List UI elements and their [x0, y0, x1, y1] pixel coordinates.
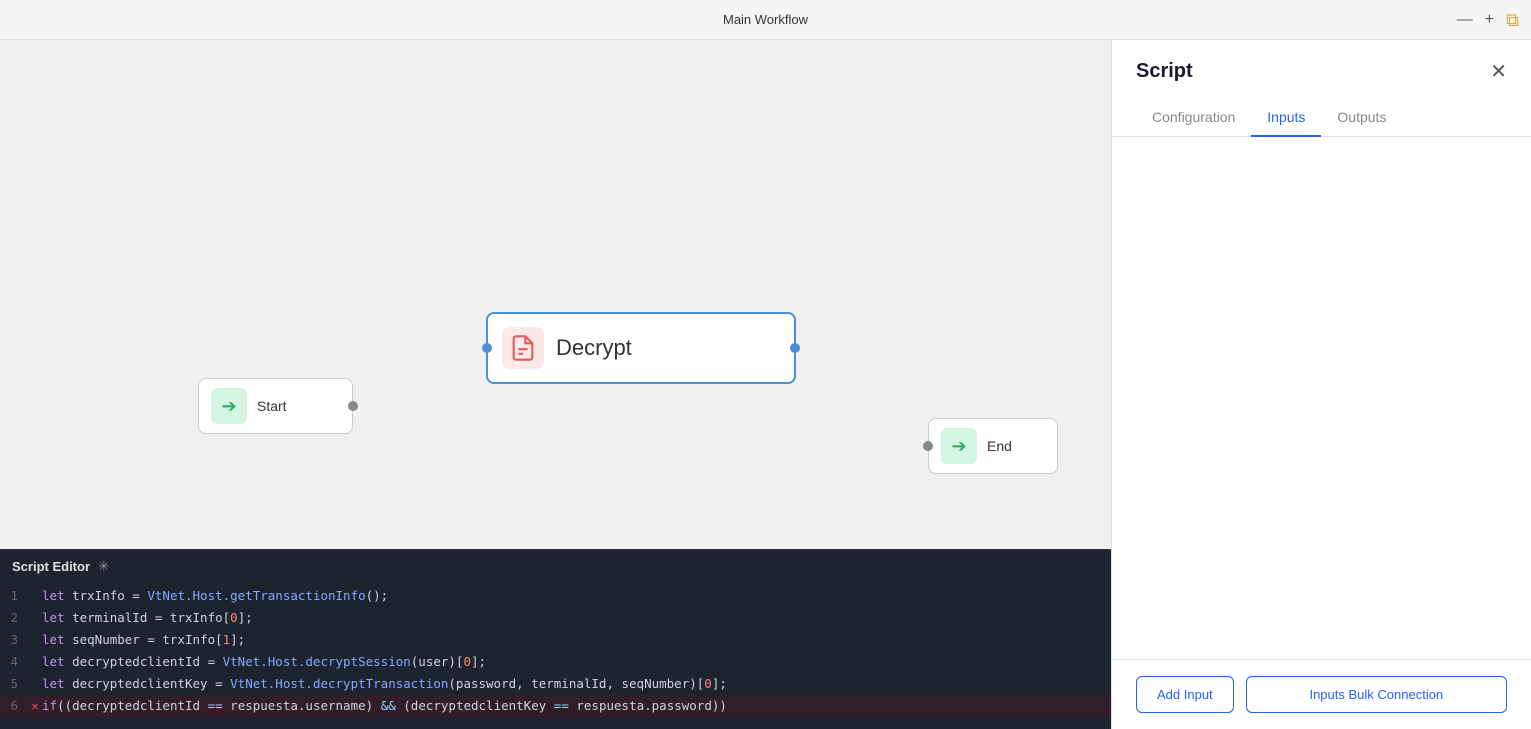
inputs-bulk-connection-button[interactable]: Inputs Bulk Connection	[1246, 676, 1507, 713]
start-node-label: Start	[257, 398, 287, 414]
panel-tabs: Configuration Inputs Outputs	[1112, 99, 1531, 137]
panel-close-button[interactable]: ✕	[1490, 62, 1507, 82]
window-controls: — + ⧉	[1457, 11, 1519, 29]
line-num-6: 6	[0, 695, 28, 717]
line-num-3: 3	[0, 629, 28, 651]
script-editor-header: Script Editor ✳	[0, 550, 1111, 583]
decrypt-node-connector-right[interactable]	[790, 343, 800, 353]
script-editor-icon: ✳	[98, 558, 110, 575]
tab-configuration[interactable]: Configuration	[1136, 99, 1251, 137]
end-node[interactable]: ➔ End	[928, 418, 1058, 474]
panel-content	[1112, 137, 1531, 659]
start-node-icon: ➔	[211, 388, 247, 424]
decrypt-node-connector-left[interactable]	[482, 343, 492, 353]
decrypt-node[interactable]: Decrypt	[486, 312, 796, 384]
resize-button[interactable]: ⧉	[1506, 11, 1519, 29]
line-num-4: 4	[0, 651, 28, 673]
code-line-5: 5 let decryptedclientKey = VtNet.Host.de…	[0, 673, 1111, 695]
start-node-connector-right[interactable]	[348, 401, 358, 411]
script-editor-title: Script Editor	[12, 559, 90, 574]
tab-outputs[interactable]: Outputs	[1321, 99, 1402, 137]
panel-header: Script ✕	[1112, 40, 1531, 83]
line-num-2: 2	[0, 607, 28, 629]
decrypt-node-icon	[502, 327, 544, 369]
code-line-1: 1 let trxInfo = VtNet.Host.getTransactio…	[0, 585, 1111, 607]
window-title: Main Workflow	[723, 12, 808, 27]
end-node-connector-left[interactable]	[923, 441, 933, 451]
script-editor-body[interactable]: 1 let trxInfo = VtNet.Host.getTransactio…	[0, 583, 1111, 729]
canvas-area: ➔ Start Decrypt	[0, 40, 1111, 729]
start-node[interactable]: ➔ Start	[198, 378, 353, 434]
main-layout: ➔ Start Decrypt	[0, 40, 1531, 729]
end-node-icon: ➔	[941, 428, 977, 464]
line-num-5: 5	[0, 673, 28, 695]
add-input-button[interactable]: Add Input	[1136, 676, 1234, 713]
code-line-3: 3 let seqNumber = trxInfo[1];	[0, 629, 1111, 651]
line-num-1: 1	[0, 585, 28, 607]
code-line-6: 6 ✕ if((decryptedclientId == respuesta.u…	[0, 695, 1111, 717]
title-bar: Main Workflow — + ⧉	[0, 0, 1531, 40]
minimize-button[interactable]: —	[1457, 12, 1473, 28]
code-line-4: 4 let decryptedclientId = VtNet.Host.dec…	[0, 651, 1111, 673]
script-editor: Script Editor ✳ 1 let trxInfo = VtNet.Ho…	[0, 549, 1111, 729]
panel-footer: Add Input Inputs Bulk Connection	[1112, 659, 1531, 729]
code-line-2: 2 let terminalId = trxInfo[0];	[0, 607, 1111, 629]
right-panel: Script ✕ Configuration Inputs Outputs Ad…	[1111, 40, 1531, 729]
workflow-canvas[interactable]: ➔ Start Decrypt	[0, 40, 1111, 549]
panel-title: Script	[1136, 60, 1193, 83]
tab-inputs[interactable]: Inputs	[1251, 99, 1321, 137]
decrypt-node-label: Decrypt	[556, 335, 632, 361]
end-node-label: End	[987, 438, 1012, 454]
maximize-button[interactable]: +	[1485, 12, 1494, 28]
